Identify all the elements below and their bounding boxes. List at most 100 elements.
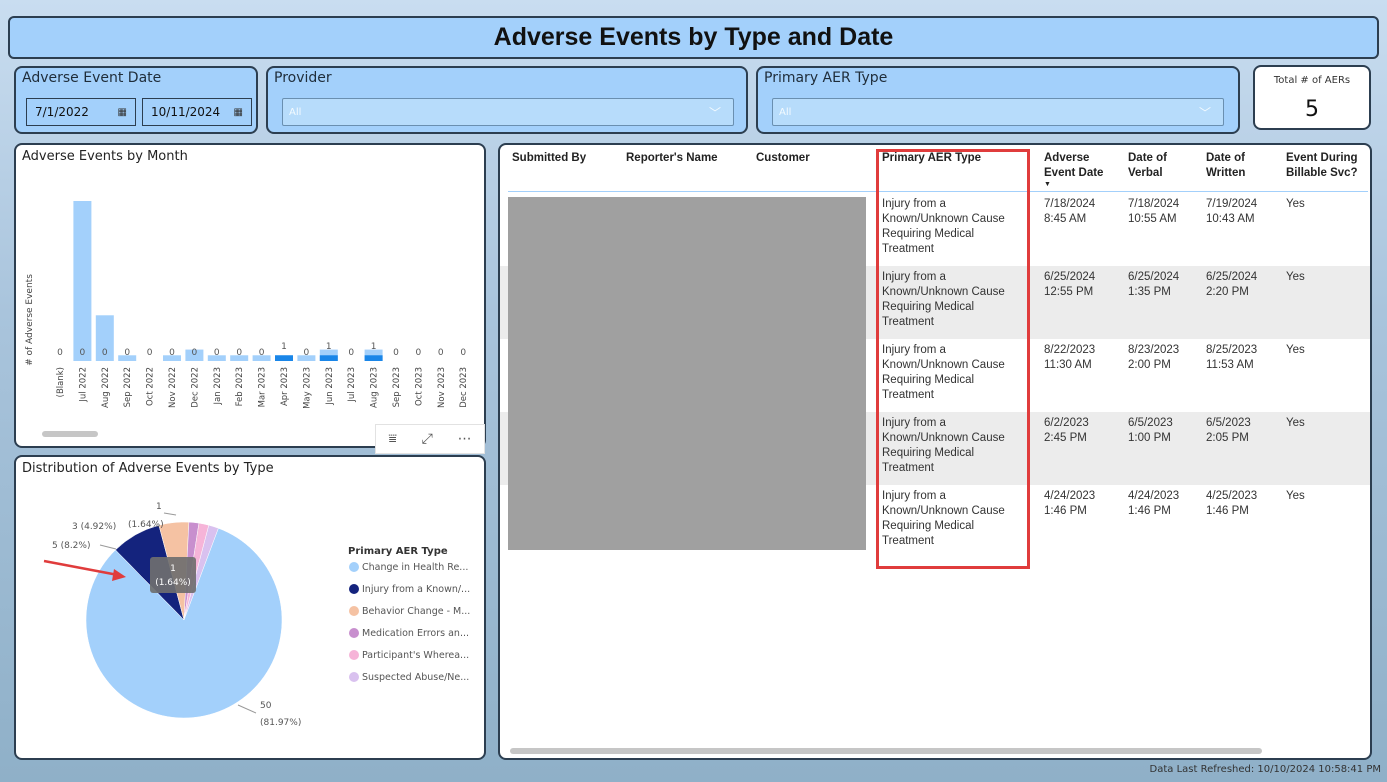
col-header-submitted-by[interactable]: Submitted By	[512, 151, 586, 166]
bar-selected[interactable]	[364, 355, 383, 361]
x-tick-label: Oct 2023	[414, 367, 424, 406]
legend-marker	[349, 650, 359, 660]
end-date-input[interactable]: 10/11/2024 ▦	[142, 98, 252, 126]
bar-data-label: 0	[214, 348, 220, 358]
focus-mode-icon[interactable]: ⤢	[422, 431, 433, 447]
x-tick-label: Apr 2023	[280, 367, 290, 406]
cell-event-date: 6/2/2023 2:45 PM	[1044, 417, 1089, 444]
cell-date-verbal: 6/5/2023 1:00 PM	[1128, 417, 1173, 444]
x-tick-label: Feb 2023	[235, 367, 245, 406]
x-tick-label: Oct 2022	[146, 367, 156, 406]
provider-dropdown[interactable]: All ﹀	[282, 98, 734, 126]
cell-date-written: 6/25/2024 2:20 PM	[1206, 271, 1258, 298]
pie-tooltip-pct: (1.64%)	[155, 578, 191, 588]
data-refresh-footer: Data Last Refreshed: 10/10/2024 10:58:41…	[1149, 764, 1381, 775]
sort-desc-icon: ▼	[1044, 181, 1051, 188]
pie-leader-line	[99, 544, 117, 550]
bar-data-label: 0	[416, 348, 422, 358]
pie-label-5: 5 (8.2%)	[52, 541, 90, 551]
x-tick-label: Aug 2023	[370, 367, 380, 408]
cell-date-verbal: 6/25/2024 1:35 PM	[1128, 271, 1180, 298]
more-options-icon[interactable]: ⋯	[458, 431, 472, 447]
aer-table-panel[interactable]: Submitted By Reporter's Name Customer Pr…	[498, 143, 1372, 760]
pie-label-large: 50	[260, 701, 272, 711]
date-slicer: Adverse Event Date 7/1/2022 ▦ 10/11/2024…	[14, 66, 258, 134]
aer-type-slicer-title: Primary AER Type	[764, 70, 888, 86]
bar-selected[interactable]	[275, 355, 293, 361]
col-header-customer[interactable]: Customer	[756, 151, 810, 166]
x-tick-label: Jul 2023	[347, 367, 357, 403]
chevron-down-icon: ﹀	[708, 106, 721, 120]
end-date-value: 10/11/2024	[151, 105, 221, 119]
col-header-date-written[interactable]: Date of Written	[1206, 151, 1245, 181]
cell-date-verbal: 4/24/2023 1:46 PM	[1128, 490, 1180, 517]
col-header-billable[interactable]: Event During Billable Svc?	[1286, 151, 1358, 181]
pie-leader-line	[163, 512, 177, 516]
col-header-event-date[interactable]: Adverse Event Date ▼	[1044, 151, 1103, 188]
bar-data-label: 0	[259, 348, 265, 358]
cell-event-date: 6/25/2024 12:55 PM	[1044, 271, 1096, 298]
cell-date-verbal: 8/23/2023 2:00 PM	[1128, 344, 1180, 371]
bar-selected[interactable]	[319, 355, 338, 361]
legend-marker	[349, 584, 359, 594]
pie-tooltip-count: 1	[170, 564, 176, 574]
total-aers-value: 5	[1305, 97, 1319, 122]
report-title: Adverse Events by Type and Date	[493, 23, 894, 51]
provider-dropdown-value: All	[289, 106, 302, 118]
pie-label-1a: (1.64%)	[128, 520, 164, 530]
aer-type-slicer: Primary AER Type All ﹀	[756, 66, 1240, 134]
bar-data-label: 1	[371, 342, 377, 352]
redacted-block	[508, 197, 866, 550]
legend-item[interactable]: Injury from a Known/...	[362, 584, 470, 595]
monthly-chart-panel[interactable]: Adverse Events by Month # of Adverse Eve…	[14, 143, 486, 448]
bar-data-label: 0	[348, 348, 354, 358]
bar-data-label: 0	[304, 348, 310, 358]
bar-data-label: 1	[326, 342, 332, 352]
col-header-reporter[interactable]: Reporter's Name	[626, 151, 718, 166]
cell-billable: Yes	[1286, 417, 1305, 429]
calendar-icon[interactable]: ▦	[234, 107, 243, 118]
aer-type-dropdown-value: All	[779, 106, 792, 118]
x-tick-label: Dec 2023	[459, 367, 469, 408]
calendar-icon[interactable]: ▦	[118, 107, 127, 118]
filter-icon[interactable]: ⩸	[388, 431, 397, 447]
aer-type-dropdown[interactable]: All ﹀	[772, 98, 1224, 126]
x-tick-label: Jul 2022	[78, 367, 88, 403]
legend-item[interactable]: Suspected Abuse/Ne...	[362, 672, 469, 683]
pie-label-1b: 1	[156, 502, 162, 512]
pie-chart[interactable]: 50 (81.97%) 5 (8.2%) 3 (4.92%) (1.64%) 1…	[16, 457, 484, 757]
horizontal-scrollbar[interactable]	[510, 748, 1262, 754]
provider-slicer-title: Provider	[274, 70, 332, 86]
cell-date-written: 8/25/2023 11:53 AM	[1206, 344, 1258, 371]
x-tick-label: Dec 2022	[190, 367, 200, 408]
bar-data-label: 0	[393, 348, 399, 358]
bar-data-label: 0	[169, 348, 175, 358]
legend-item[interactable]: Medication Errors an...	[362, 628, 469, 639]
y-axis-label: # of Adverse Events	[25, 274, 35, 366]
bar[interactable]	[73, 201, 92, 361]
report-title-bar: Adverse Events by Type and Date	[8, 16, 1379, 59]
horizontal-scrollbar[interactable]	[42, 431, 98, 437]
legend-item[interactable]: Behavior Change - M...	[362, 606, 470, 617]
pie-leader-line	[237, 704, 257, 714]
cell-date-written: 7/19/2024 10:43 AM	[1206, 198, 1258, 225]
col-header-date-verbal[interactable]: Date of Verbal	[1128, 151, 1167, 181]
legend-item[interactable]: Participant's Wherea...	[362, 650, 469, 661]
legend-item[interactable]: Change in Health Re...	[362, 562, 468, 573]
bar-data-label: 0	[102, 348, 108, 358]
pie-chart-panel[interactable]: Distribution of Adverse Events by Type 5…	[14, 455, 486, 760]
bar-data-label: 0	[460, 348, 466, 358]
x-tick-label: (Blank)	[56, 367, 66, 397]
chevron-down-icon: ﹀	[1198, 106, 1211, 120]
bar-data-label: 0	[80, 348, 86, 358]
bar-data-label: 0	[438, 348, 444, 358]
x-tick-label: Sep 2022	[123, 367, 133, 407]
cell-event-date: 4/24/2023 1:46 PM	[1044, 490, 1096, 517]
monthly-bar-chart[interactable]: # of Adverse Events 0 (Blank) 0 Jul 2022 0 Au…	[16, 145, 484, 445]
x-tick-label: Jun 2023	[325, 367, 335, 406]
x-tick-label: May 2023	[302, 367, 312, 409]
bar-data-label: 0	[57, 348, 63, 358]
start-date-input[interactable]: 7/1/2022 ▦	[26, 98, 136, 126]
bar-data-label: 0	[236, 348, 242, 358]
start-date-value: 7/1/2022	[35, 105, 89, 119]
